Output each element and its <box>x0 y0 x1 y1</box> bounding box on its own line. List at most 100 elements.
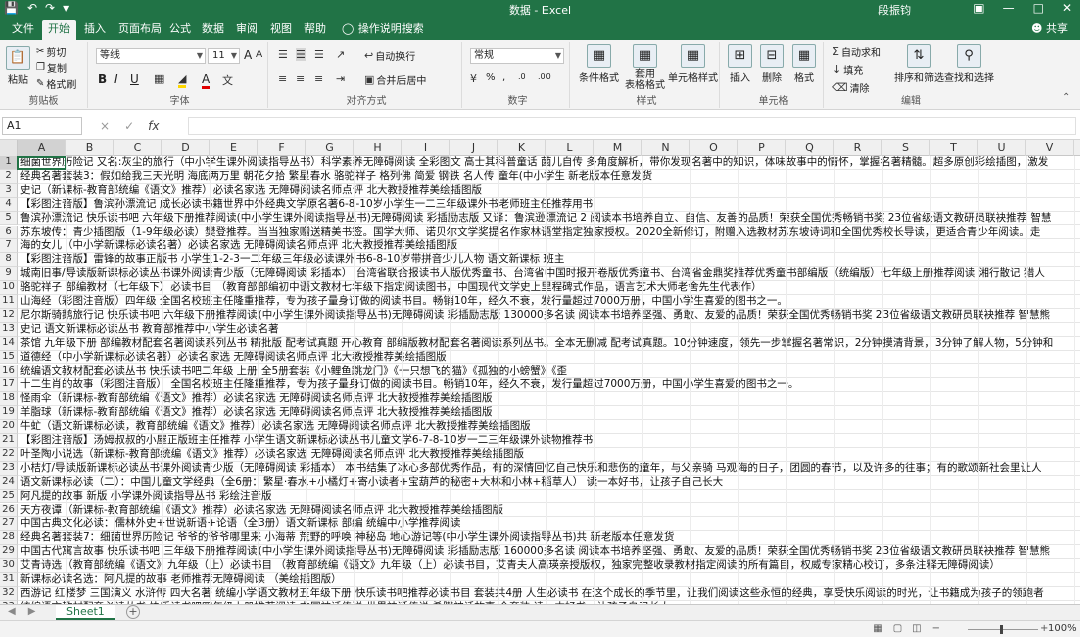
row-header[interactable]: 1 <box>0 156 18 170</box>
align-middle-button[interactable]: ☰ <box>296 48 306 61</box>
worksheet-grid[interactable]: ABCDEFGHIJKLMNOPQRSTUV 1 细菌世界历险记 又名:灰尘的旅行… <box>0 140 1080 604</box>
column-header[interactable]: A <box>18 140 66 156</box>
bold-button[interactable]: B <box>98 72 107 86</box>
align-top-button[interactable]: ☰ <box>278 48 288 61</box>
table-row[interactable]: 海的女儿（中小学新课标必读名著）必读名家选 无障碍阅读名师点评 北大教授推荐美绘… <box>18 239 1080 254</box>
row-header[interactable]: 17 <box>0 378 18 393</box>
table-row[interactable]: 【彩图注音版】雷锋的故事正版书 小学生1-2-3一二年级三年级必读课外书6-8-… <box>18 253 1080 268</box>
table-row[interactable]: 语文新课标必读（二）：中国儿童文学经典（全6册：繁星·春水+小橘灯+寄小读者+宝… <box>18 476 1080 490</box>
column-header[interactable]: K <box>498 140 546 156</box>
table-row[interactable]: 鲁滨孙漂流记 快乐读书吧 六年级下册推荐阅读(中小学生课外阅读指导丛书)无障碍阅… <box>18 212 1080 226</box>
next-sheet-icon[interactable]: ▶ <box>28 606 36 617</box>
sort-filter-button[interactable]: ⇅ 排序和筛选 <box>894 42 944 84</box>
table-row[interactable]: 茶馆 九年级下册 部编教材配套名著阅读系列丛书 精批版 配考试真题 开心教育 部… <box>18 337 1080 351</box>
row-header[interactable]: 4 <box>0 197 18 212</box>
row-header[interactable]: 6 <box>0 225 18 240</box>
column-header[interactable]: O <box>690 140 738 156</box>
number-format-select[interactable]: 常规 ▼ <box>470 48 564 64</box>
table-row[interactable]: 阿凡提的故事 新版 小学课外阅读指导丛书 彩绘注音版 <box>18 490 1080 504</box>
borders-button[interactable]: ▦ <box>154 72 164 85</box>
table-row[interactable]: 十二生肖的故事（彩图注音版） 全国名校班主任隆重推荐，专为孩子量身订做的阅读书目… <box>18 378 1080 393</box>
table-row[interactable]: 骆驼祥子 部编教材（七年级下）必读书目 （教育部部编初中语文教材七年级下指定阅读… <box>18 281 1080 295</box>
zoom-slider-thumb[interactable] <box>1000 625 1003 634</box>
format-cells-button[interactable]: ▦ 格式 <box>788 42 820 84</box>
table-row[interactable]: 史记（新课标-教育部统编《语文》推荐）必读名家选 无障碍阅读名师点评 北大教授推… <box>18 184 1080 198</box>
column-header[interactable]: C <box>114 140 162 156</box>
formula-input[interactable] <box>188 117 1076 135</box>
delete-cells-button[interactable]: ⊟ 删除 <box>756 42 788 84</box>
column-header[interactable]: J <box>450 140 498 156</box>
italic-button[interactable]: I <box>114 72 118 86</box>
tab-data[interactable]: 数据 <box>196 20 230 40</box>
name-box[interactable]: A1 <box>2 117 82 135</box>
percent-button[interactable]: % <box>486 72 496 83</box>
tab-view[interactable]: 视图 <box>264 20 298 40</box>
tab-home[interactable]: 开始 <box>42 20 76 40</box>
table-row[interactable]: 经典名著套装7：细菌世界历险记 爷爷的爷爷哪里来 小海蒂 荒野的呼唤 神秘岛 地… <box>18 531 1080 546</box>
column-header[interactable]: I <box>402 140 450 156</box>
table-row[interactable]: 城南旧事/导读版新课标必读丛书课外阅读青少版（无障碍阅读 彩插本） 台湾省联合报… <box>18 267 1080 282</box>
row-header[interactable]: 25 <box>0 489 18 504</box>
tab-file[interactable]: 文件 <box>6 20 40 40</box>
font-size-select[interactable]: 11 ▼ <box>208 48 240 64</box>
table-row[interactable]: 【彩图注音版】鲁滨孙漂流记 成长必读书籍世界中外经典文学原名著6-8-10岁小学… <box>18 198 1080 212</box>
table-row[interactable]: 怪雨伞（新课标-教育部统编《语文》推荐）必读名家选 无障碍阅读名师点评 北大教授… <box>18 392 1080 407</box>
table-row[interactable]: 经典名著套装3：假如给我三天光明 海底两万里 朝花夕拾 繁星春水 骆驼祥子 格列… <box>18 170 1080 184</box>
row-header[interactable]: 19 <box>0 406 18 421</box>
copy-button[interactable]: ❐ 复制 <box>36 60 67 75</box>
normal-view-icon[interactable]: ▦ <box>873 623 882 634</box>
row-header[interactable]: 5 <box>0 211 18 226</box>
find-select-button[interactable]: ⚲ 查找和选择 <box>944 42 994 84</box>
table-row[interactable]: 山海经（彩图注音版）四年级 全国名校班主任隆重推荐，专为孩子量身订做的阅读书目。… <box>18 295 1080 309</box>
row-header[interactable]: 9 <box>0 267 18 282</box>
page-break-view-icon[interactable]: ◫ <box>912 623 921 634</box>
zoom-out-icon[interactable]: − <box>932 623 940 634</box>
column-header[interactable]: B <box>66 140 114 156</box>
column-header[interactable]: P <box>738 140 786 156</box>
format-painter-button[interactable]: ✎ 格式刷 <box>36 76 76 91</box>
row-header[interactable]: 2 <box>0 169 18 184</box>
close-icon[interactable]: ✕ <box>1062 1 1072 15</box>
fill-color-button[interactable]: ◢ <box>178 72 187 88</box>
paste-button[interactable]: 📋 粘贴 <box>2 44 34 86</box>
tab-formulas[interactable]: 公式 <box>163 20 197 40</box>
tab-review[interactable]: 审阅 <box>230 20 264 40</box>
column-header[interactable]: L <box>546 140 594 156</box>
row-header[interactable]: 8 <box>0 253 18 268</box>
table-row[interactable]: 叶圣陶小说选（新课标-教育部统编《语文》推荐）必读名家选 无障碍阅读名师点评 北… <box>18 448 1080 462</box>
row-header[interactable]: 27 <box>0 517 18 532</box>
column-header[interactable]: U <box>978 140 1026 156</box>
autosum-button[interactable]: Σ 自动求和 <box>832 44 881 59</box>
align-center-button[interactable]: ≡ <box>296 72 305 85</box>
select-all-corner[interactable] <box>0 140 18 156</box>
shrink-font-button[interactable]: A <box>256 50 262 60</box>
tab-help[interactable]: 帮助 <box>298 20 332 40</box>
table-row[interactable]: 苏东坡传：青少插图版（1-9年级必读）樊登推荐。当当独家赠送精美书签。国学大师、… <box>18 226 1080 240</box>
share-button[interactable]: ☻ 共享 <box>1025 20 1074 40</box>
column-header[interactable]: D <box>162 140 210 156</box>
table-row[interactable]: 【彩图注音版】汤姆叔叔的小屋正版班主任推荐 小学生语文新课标必读丛书儿童文学6-… <box>18 434 1080 448</box>
column-header[interactable]: T <box>930 140 978 156</box>
user-name[interactable]: 段振钧 <box>878 2 911 18</box>
row-header[interactable]: 11 <box>0 295 18 309</box>
decrease-decimal-button[interactable]: .00 <box>538 72 551 81</box>
row-header[interactable]: 10 <box>0 281 18 295</box>
row-header[interactable]: 22 <box>0 447 18 462</box>
sheet-tab-sheet1[interactable]: Sheet1 <box>56 605 115 620</box>
font-color-button[interactable]: A <box>202 72 211 89</box>
row-header[interactable]: 7 <box>0 239 18 254</box>
cut-button[interactable]: ✂ 剪切 <box>36 44 66 59</box>
column-header[interactable]: S <box>882 140 930 156</box>
column-header[interactable]: N <box>642 140 690 156</box>
row-header[interactable]: 13 <box>0 322 18 337</box>
row-header[interactable]: 30 <box>0 559 18 573</box>
row-header[interactable]: 18 <box>0 392 18 407</box>
insert-cells-button[interactable]: ⊞ 插入 <box>724 42 756 84</box>
table-row[interactable]: 道德经（中小学新课标必读名著）必读名家选 无障碍阅读名师点评 北大教授推荐美绘插… <box>18 351 1080 365</box>
table-row[interactable]: 统编语文教材配套必读丛书 快乐读书吧二年级 上册 全5册套装《小鲤鱼跳龙门》《一… <box>18 365 1080 379</box>
zoom-level[interactable]: 100% <box>1048 623 1077 634</box>
insert-function-icon[interactable]: fx <box>148 119 159 133</box>
row-header[interactable]: 24 <box>0 475 18 490</box>
tell-me-search[interactable]: ◯ 操作说明搜索 <box>336 20 430 40</box>
phonetic-button[interactable]: 文 <box>222 72 233 88</box>
